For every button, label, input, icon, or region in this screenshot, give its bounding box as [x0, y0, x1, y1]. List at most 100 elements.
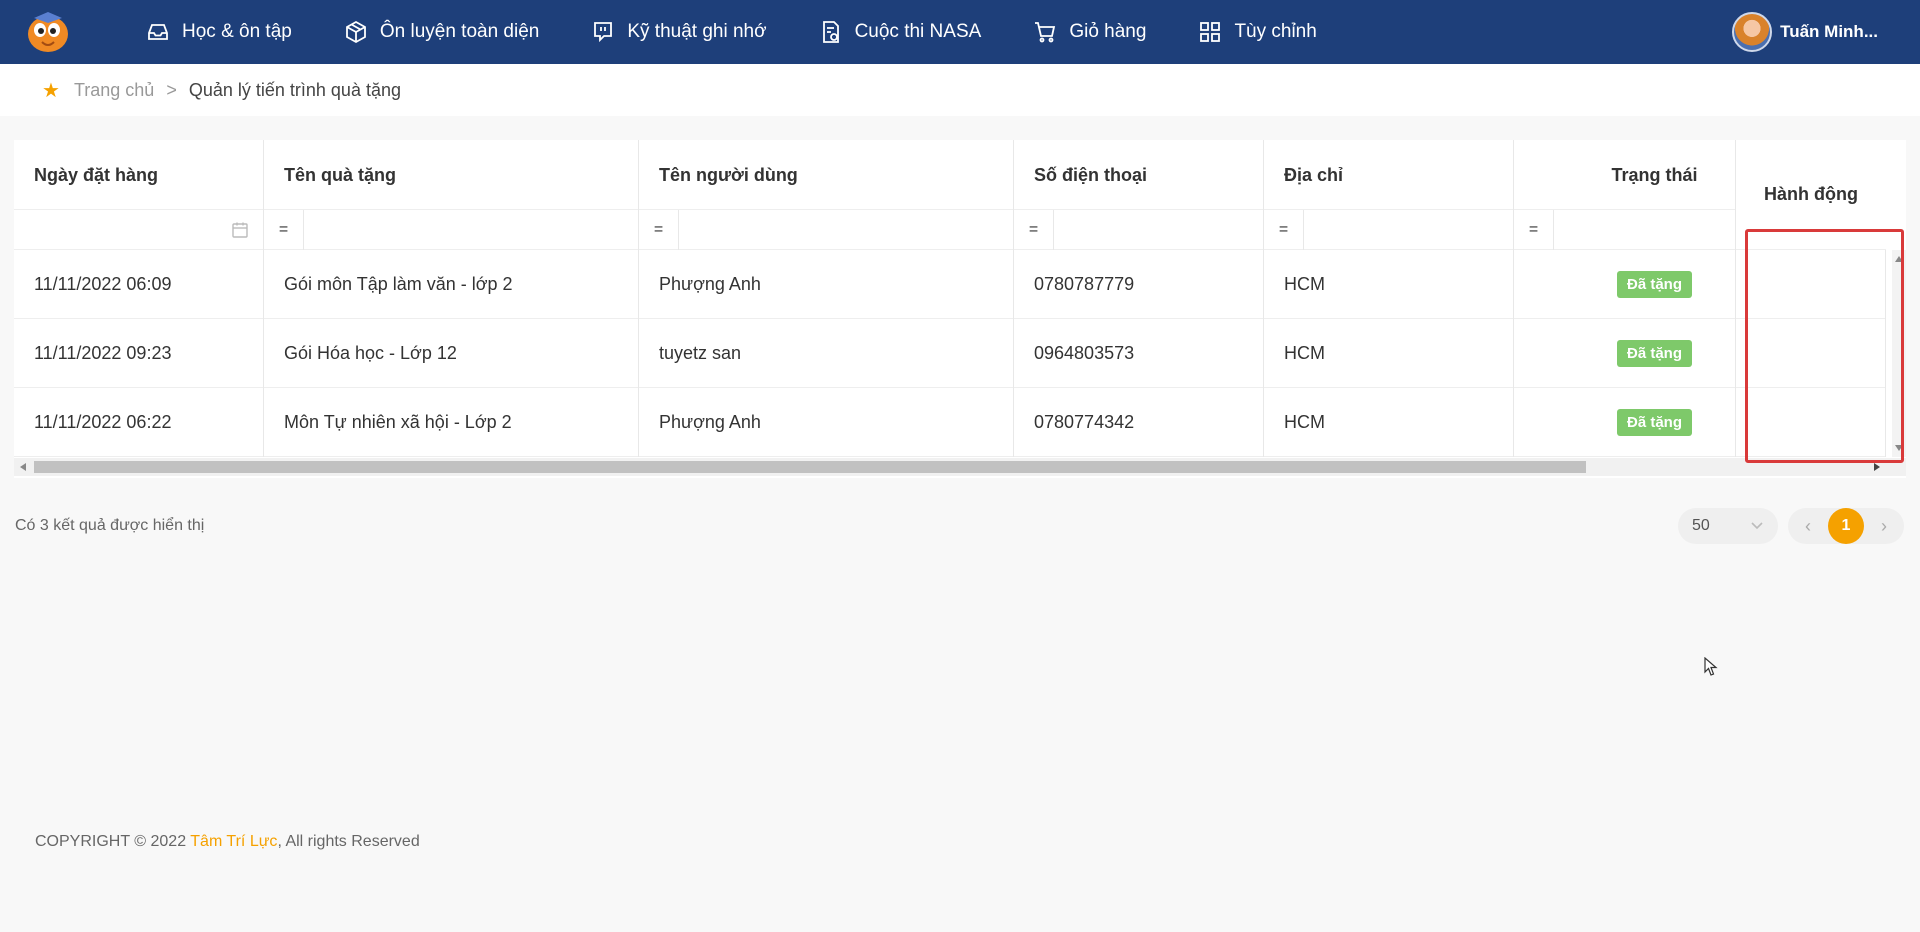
top-navbar: Học & ôn tập Ôn luyện toàn diện Kỹ thuật… — [0, 0, 1920, 64]
filter-address-input[interactable] — [1304, 210, 1513, 250]
filter-user-cell: = — [639, 210, 1014, 250]
cell-order-date: 11/11/2022 06:09 — [14, 250, 264, 319]
breadcrumb-current: Quản lý tiến trình quà tặng — [188, 79, 401, 100]
nav-item-label: Kỹ thuật ghi nhớ — [627, 21, 767, 42]
header-phone[interactable]: Số điện thoại — [1014, 140, 1264, 210]
grid-icon — [1200, 22, 1221, 42]
pagination: ‹ 1 › — [1788, 508, 1904, 544]
nav-item-on-luyen-toan-dien[interactable]: Ôn luyện toàn diện — [344, 20, 540, 44]
nav-item-ky-thuat-ghi-nho[interactable]: Kỹ thuật ghi nhớ — [591, 20, 767, 44]
header-status[interactable]: Trạng thái — [1514, 140, 1736, 210]
cell-address: HCM — [1264, 388, 1514, 457]
filter-operator-button[interactable]: = — [264, 210, 304, 250]
filter-phone-cell: = — [1014, 210, 1264, 250]
filter-gift-cell: = — [264, 210, 639, 250]
table-row[interactable]: 11/11/2022 06:09 Gói môn Tập làm văn - l… — [14, 250, 1886, 319]
nav-item-hoc-on-tap[interactable]: Học & ôn tập — [146, 20, 292, 44]
table-row[interactable]: 11/11/2022 09:23 Gói Hóa học - Lớp 12 tu… — [14, 319, 1886, 388]
prev-page-button[interactable]: ‹ — [1798, 516, 1818, 537]
filter-date-input[interactable] — [14, 210, 263, 250]
cell-status: Đã tặng — [1514, 388, 1736, 457]
inbox-icon — [148, 24, 168, 40]
user-name: Tuấn Minh... — [1780, 22, 1878, 41]
cell-action[interactable] — [1736, 319, 1886, 388]
copyright-prefix: COPYRIGHT © 2022 — [35, 833, 191, 850]
filter-operator-button[interactable]: = — [1264, 210, 1304, 250]
footer-copyright: COPYRIGHT © 2022 Tâm Trí Lực, All rights… — [35, 833, 420, 851]
filter-phone-input[interactable] — [1054, 210, 1263, 250]
cell-order-date: 11/11/2022 09:23 — [14, 319, 264, 388]
status-badge: Đã tặng — [1616, 271, 1692, 298]
scroll-down-arrow-icon[interactable] — [1895, 445, 1903, 451]
filter-operator-button[interactable]: = — [1514, 210, 1554, 250]
filter-operator-button[interactable]: = — [1014, 210, 1054, 250]
filter-gift-input[interactable] — [304, 210, 638, 250]
page-size-select[interactable]: 50 — [1678, 508, 1778, 544]
table-filter-row: = = = = = — [14, 210, 1736, 250]
filter-operator-button[interactable]: = — [639, 210, 679, 250]
logo-icon[interactable] — [24, 10, 72, 54]
nav-item-gio-hang[interactable]: Giỏ hàng — [1033, 20, 1146, 44]
cube-icon — [345, 20, 366, 44]
nav-item-label: Học & ôn tập — [182, 21, 292, 42]
page-number-button[interactable]: 1 — [1828, 508, 1864, 544]
filter-status-input[interactable] — [1554, 210, 1735, 250]
cell-status: Đã tặng — [1514, 250, 1736, 319]
cell-gift-name: Gói môn Tập làm văn - lớp 2 — [264, 250, 639, 319]
filter-date-cell — [14, 210, 264, 250]
user-menu[interactable]: Tuấn Minh... — [1732, 12, 1878, 52]
calendar-icon[interactable] — [231, 221, 249, 239]
cell-user-name: Phượng Anh — [639, 388, 1014, 457]
cell-order-date: 11/11/2022 06:22 — [14, 388, 264, 457]
horizontal-scrollbar[interactable] — [14, 458, 1906, 476]
nav-item-tuy-chinh[interactable]: Tùy chỉnh — [1198, 20, 1317, 44]
result-count-text: Có 3 kết quả được hiển thị — [15, 517, 205, 534]
cell-address: HCM — [1264, 250, 1514, 319]
status-badge: Đã tặng — [1616, 340, 1692, 367]
copyright-suffix: , All rights Reserved — [277, 833, 420, 850]
cell-action[interactable] — [1736, 250, 1886, 319]
filter-status-cell: = — [1514, 210, 1736, 250]
header-action: Hành động — [1736, 140, 1886, 250]
header-order-date[interactable]: Ngày đặt hàng — [14, 140, 264, 210]
filter-address-cell: = — [1264, 210, 1514, 250]
header-gift-name[interactable]: Tên quà tặng — [264, 140, 639, 210]
chevron-down-icon — [1751, 522, 1763, 530]
breadcrumb: ★ Trang chủ > Quản lý tiến trình quà tặn… — [0, 64, 1920, 116]
cell-action[interactable] — [1736, 388, 1886, 457]
cell-gift-name: Gói Hóa học - Lớp 12 — [264, 319, 639, 388]
header-user-name[interactable]: Tên người dùng — [639, 140, 1014, 210]
next-page-button[interactable]: › — [1874, 516, 1894, 537]
table-row[interactable]: 11/11/2022 06:22 Môn Tự nhiên xã hội - L… — [14, 388, 1886, 457]
scroll-right-arrow-icon[interactable] — [1874, 463, 1880, 471]
document-icon — [822, 21, 839, 43]
cell-phone: 0780774342 — [1014, 388, 1264, 457]
cell-address: HCM — [1264, 319, 1514, 388]
cell-status: Đã tặng — [1514, 319, 1736, 388]
cell-phone: 0780787779 — [1014, 250, 1264, 319]
footer-brand-link[interactable]: Tâm Trí Lực — [190, 833, 277, 850]
nav-item-cuoc-thi-nasa[interactable]: Cuộc thi NASA — [819, 20, 982, 44]
scroll-up-arrow-icon[interactable] — [1895, 256, 1903, 262]
status-badge: Đã tặng — [1616, 409, 1692, 436]
avatar — [1732, 12, 1773, 52]
scroll-left-arrow-icon[interactable] — [20, 463, 26, 471]
horizontal-scrollbar-thumb[interactable] — [34, 461, 1586, 473]
cell-user-name: tuyetz san — [639, 319, 1014, 388]
nav-item-label: Tùy chỉnh — [1234, 21, 1317, 42]
nav-item-label: Cuộc thi NASA — [854, 21, 982, 42]
table-header-row: Ngày đặt hàng Tên quà tặng Tên người dùn… — [14, 140, 1736, 210]
vertical-scrollbar[interactable] — [1892, 250, 1906, 457]
gift-progress-table: Ngày đặt hàng Tên quà tặng Tên người dùn… — [14, 140, 1906, 478]
cart-icon — [1035, 22, 1056, 43]
breadcrumb-separator: > — [166, 79, 177, 100]
cell-gift-name: Môn Tự nhiên xã hội - Lớp 2 — [264, 388, 639, 457]
nav-item-label: Ôn luyện toàn diện — [379, 21, 540, 42]
nav-item-label: Giỏ hàng — [1069, 21, 1147, 42]
header-address[interactable]: Địa chỉ — [1264, 140, 1514, 210]
filter-user-input[interactable] — [679, 210, 1013, 250]
star-icon: ★ — [42, 79, 60, 102]
cell-phone: 0964803573 — [1014, 319, 1264, 388]
breadcrumb-home-link[interactable]: Trang chủ — [74, 80, 154, 101]
cell-user-name: Phượng Anh — [639, 250, 1014, 319]
